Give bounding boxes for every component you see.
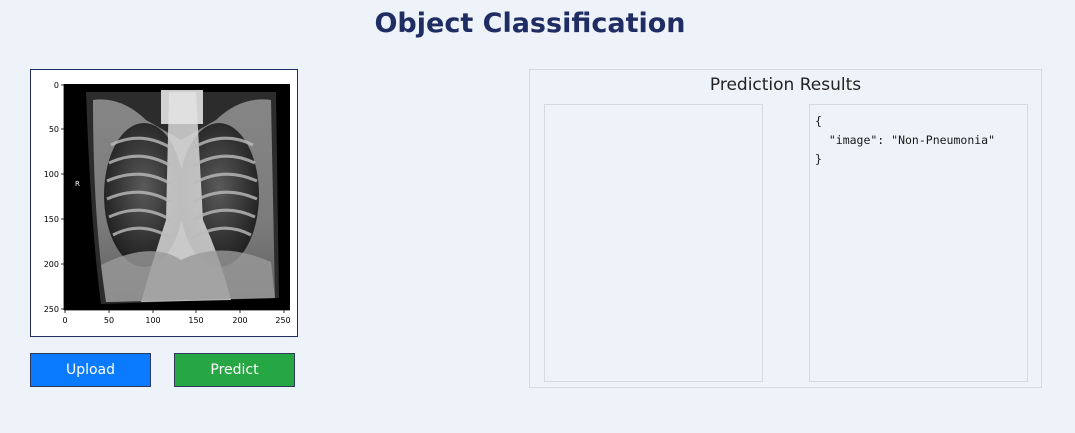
page-title: Object Classification — [374, 8, 686, 39]
result-image-box — [544, 104, 763, 382]
upload-button[interactable]: Upload — [30, 353, 151, 387]
x-tick-label: 200 — [232, 316, 247, 325]
app-page: Object Classification R 0 50 100 150 200… — [0, 0, 1075, 433]
json-line: { — [815, 114, 822, 128]
y-tick-label: 150 — [44, 215, 59, 224]
xray-image: R — [75, 90, 279, 304]
predict-button[interactable]: Predict — [174, 353, 295, 387]
xray-plot: R 0 50 100 150 200 250 0 50 100 150 200 … — [44, 81, 291, 325]
x-tick-label: 250 — [275, 316, 290, 325]
uploaded-image-preview: R 0 50 100 150 200 250 0 50 100 150 200 … — [30, 69, 298, 337]
y-tick-label: 50 — [49, 125, 59, 134]
json-line: } — [815, 152, 822, 166]
x-tick-label: 100 — [145, 316, 160, 325]
y-tick-label: 250 — [44, 305, 59, 314]
y-tick-label: 100 — [44, 170, 59, 179]
y-tick-label: 0 — [54, 81, 59, 90]
x-tick-label: 0 — [62, 316, 67, 325]
json-line: "image": "Non-Pneumonia" — [815, 133, 996, 147]
y-tick-label: 200 — [44, 260, 59, 269]
x-tick-label: 50 — [104, 316, 114, 325]
x-tick-label: 150 — [188, 316, 203, 325]
image-marker-label: R — [75, 180, 80, 188]
results-title: Prediction Results — [709, 75, 862, 95]
result-json-box: { "image": "Non-Pneumonia" } — [809, 104, 1028, 382]
prediction-output: { "image": "Non-Pneumonia" } — [815, 112, 995, 169]
prediction-results-panel: Prediction Results { "image": "Non-Pneum… — [529, 69, 1042, 388]
